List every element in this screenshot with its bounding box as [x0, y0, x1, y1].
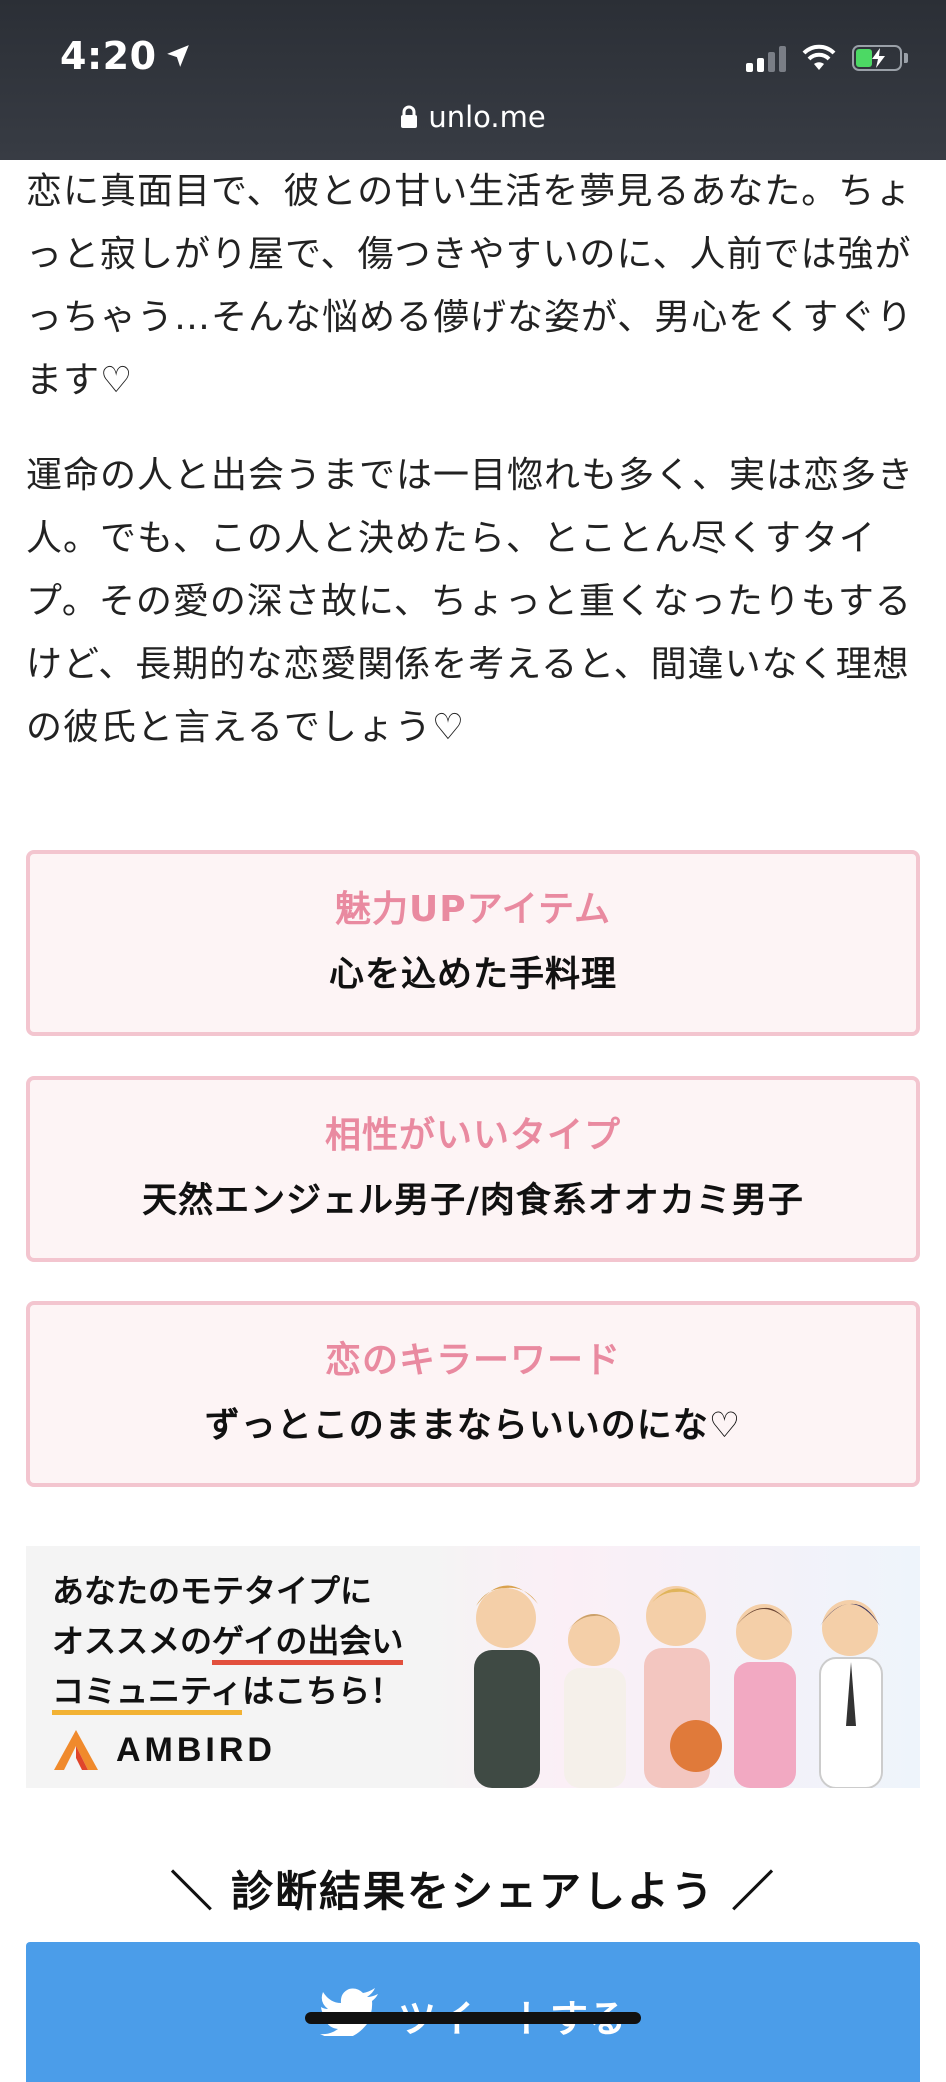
charm-item-box: 魅力UPアイテム 心を込めた手料理: [26, 850, 920, 1036]
banner-line-3b: はこちら！: [242, 1672, 403, 1710]
cellular-signal-icon: [746, 44, 786, 72]
banner-copy: あなたのモテタイプに オススメのゲイの出会い コミュニティはこちら！: [52, 1566, 404, 1716]
ambird-banner-ad[interactable]: あなたのモテタイプに オススメのゲイの出会い コミュニティはこちら！ AMBIR…: [26, 1546, 920, 1788]
status-indicators: [746, 44, 908, 72]
banner-line-3: コミュニティはこちら！: [52, 1666, 403, 1716]
lock-icon: [400, 105, 418, 129]
box-label: 恋のキラーワード: [324, 1340, 621, 1381]
share-heading: ＼ 診断結果をシェアしよう ／: [170, 1867, 776, 1916]
url-text: unlo.me: [428, 100, 546, 134]
box-value: ずっとこのままならいいのにな♡: [204, 1406, 742, 1446]
browser-top-bar: 4:20 unlo.me: [0, 0, 946, 160]
banner-line-2: オススメのゲイの出会い: [52, 1616, 404, 1666]
clock-text: 4:20: [60, 34, 157, 78]
box-label: 魅力UPアイテム: [334, 889, 612, 930]
banner-highlight-2: コミュニティ: [52, 1672, 243, 1715]
wifi-icon: [800, 44, 838, 72]
characters-illustration: [474, 1585, 883, 1788]
result-description: 恋に真面目で、彼との甘い生活を夢見るあなた。ちょっと寂しがり屋で、傷つきやすいの…: [26, 160, 920, 759]
brand-name: AMBIRD: [116, 1730, 276, 1769]
ambird-logo: AMBIRD: [52, 1728, 276, 1772]
location-arrow-icon: [165, 43, 191, 69]
killer-word-box: 恋のキラーワード ずっとこのままならいいのにな♡: [26, 1301, 920, 1487]
status-time: 4:20: [60, 34, 191, 78]
home-indicator[interactable]: [305, 2012, 641, 2024]
description-paragraph-1: 恋に真面目で、彼との甘い生活を夢見るあなた。ちょっと寂しがり屋で、傷つきやすいの…: [26, 171, 914, 401]
ambird-logo-icon: [54, 1730, 98, 1770]
address-bar[interactable]: unlo.me: [0, 100, 946, 134]
banner-highlight: ゲイの出会い: [212, 1622, 404, 1665]
compatible-type-box: 相性がいいタイプ 天然エンジェル男子/肉食系オオカミ男子: [26, 1076, 920, 1262]
box-value: 心を込めた手料理: [328, 955, 617, 995]
banner-line-2a: オススメの: [52, 1622, 213, 1660]
box-label: 相性がいいタイプ: [324, 1115, 621, 1156]
box-value: 天然エンジェル男子/肉食系オオカミ男子: [142, 1181, 804, 1221]
description-paragraph-2: 運命の人と出会うまでは一目惚れも多く、実は恋多き人。でも、この人と決めたら、とこ…: [26, 455, 915, 748]
battery-charging-icon: [852, 45, 908, 71]
banner-line-1: あなたのモテタイプに: [52, 1572, 373, 1610]
